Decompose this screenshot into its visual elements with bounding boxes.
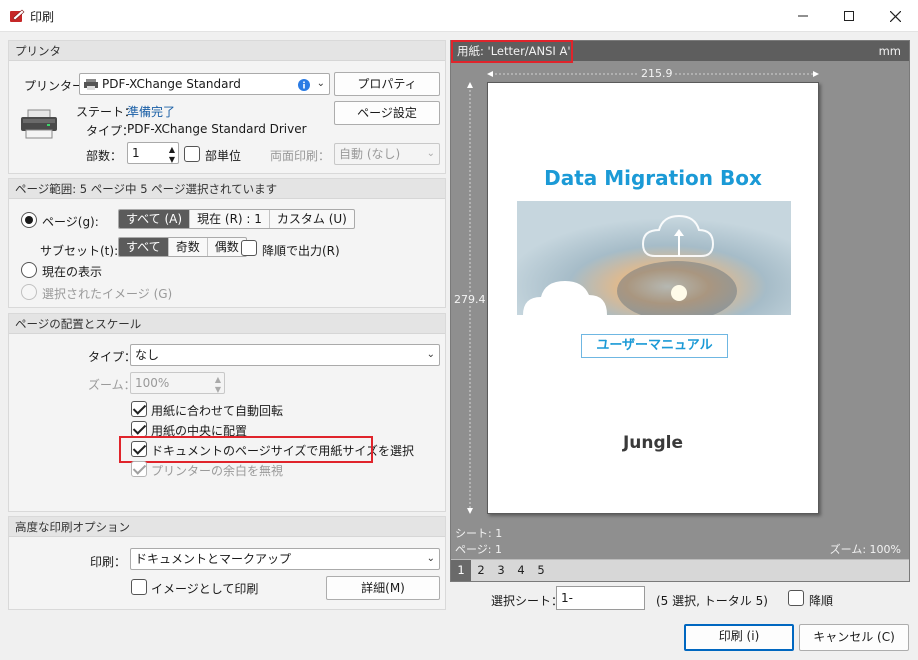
- select-sheets-input[interactable]: 1-: [556, 586, 645, 610]
- select-sheets-label: 選択シート：: [491, 594, 564, 608]
- page-count: ページ: 1: [455, 543, 502, 556]
- print-preview: 用紙: 'Letter/ANSI A' mm 215.9 279.4 Data …: [450, 40, 910, 582]
- reverse-order-checkbox[interactable]: [241, 240, 257, 256]
- copies-label: 部数：: [86, 149, 123, 163]
- sheet-count: シート: 1: [455, 527, 503, 540]
- subset-option-odd[interactable]: 奇数: [169, 238, 208, 256]
- radio-selected-image: [21, 284, 37, 300]
- printer-icon: [21, 109, 57, 139]
- close-icon: [889, 10, 901, 22]
- window-title: 印刷: [30, 10, 55, 24]
- reverse-label: 降順: [809, 594, 834, 608]
- print-as-image-label: イメージとして印刷: [151, 582, 259, 596]
- printer-name: PDF-XChange Standard: [102, 77, 241, 91]
- zoom-value: 100%: [135, 376, 170, 390]
- printer-group-header: プリンタ: [9, 41, 445, 61]
- current-view-label: 現在の表示: [42, 265, 103, 279]
- cancel-button[interactable]: キャンセル (C): [799, 624, 909, 651]
- maximize-button[interactable]: [826, 0, 872, 32]
- page-tab-3[interactable]: 3: [491, 560, 511, 581]
- highlight-box: [119, 436, 373, 463]
- details-button[interactable]: 詳細(M): [326, 576, 440, 600]
- duplex-label: 両面印刷：: [270, 149, 331, 163]
- chevron-down-icon: ⌄: [426, 553, 435, 564]
- duplex-value: 自動 (なし): [339, 147, 401, 161]
- page-range-header: ページ範囲: 5 ページ中 5 ページ選択されています: [9, 179, 445, 199]
- radio-current-view[interactable]: [21, 262, 37, 278]
- status-value: 準備完了: [127, 105, 176, 119]
- selection-info: (5 選択, トータル 5): [656, 594, 768, 608]
- subset-option-all[interactable]: すべて: [119, 238, 169, 256]
- range-option-all[interactable]: すべて (A): [119, 210, 191, 228]
- subset-label: サブセット(t):: [40, 244, 119, 258]
- minimize-button[interactable]: [780, 0, 826, 32]
- properties-button[interactable]: プロパティ: [334, 72, 440, 96]
- pages-label: ページ(g):: [42, 215, 99, 229]
- chevron-down-icon: ⌄: [316, 78, 325, 89]
- range-option-custom[interactable]: カスタム (U): [270, 210, 354, 228]
- minimize-icon: [798, 15, 808, 17]
- print-as-image-checkbox[interactable]: [131, 579, 147, 595]
- ignore-margins-checkbox: [131, 461, 147, 477]
- layout-group-header: ページの配置とスケール: [9, 314, 445, 334]
- layout-type-select[interactable]: なし ⌄: [130, 344, 440, 366]
- chevron-down-icon: ⌄: [426, 349, 435, 360]
- duplex-select: 自動 (なし) ⌄: [334, 143, 440, 165]
- type-value: PDF-XChange Standard Driver: [127, 122, 307, 136]
- subset-segment[interactable]: すべて 奇数 偶数: [118, 237, 247, 257]
- reverse-checkbox[interactable]: [788, 590, 804, 606]
- paper-page: Data Migration Box ユーザーマニュアル Jungle: [487, 82, 819, 514]
- page-tab-4[interactable]: 4: [511, 560, 531, 581]
- copies-value: 1: [132, 146, 140, 160]
- doc-title: Data Migration Box: [544, 166, 762, 190]
- unit-label: mm: [878, 44, 901, 58]
- layout-type-value: なし: [135, 348, 160, 362]
- print-button[interactable]: 印刷 (i): [684, 624, 794, 651]
- radio-pages[interactable]: [21, 212, 37, 228]
- page-setup-button[interactable]: ページ設定: [334, 101, 440, 125]
- doc-brand-logo: Jungle: [622, 433, 684, 453]
- printer-small-icon: [84, 79, 98, 90]
- layout-type-label: タイプ：: [88, 350, 137, 364]
- paper-size-highlight: [451, 40, 573, 63]
- chevron-down-icon: ⌄: [426, 148, 435, 159]
- stepper-down-icon: ▼: [214, 385, 221, 394]
- print-content-value: ドキュメントとマークアップ: [135, 552, 292, 566]
- ignore-margins-label: プリンターの余白を無視: [151, 464, 284, 478]
- zoom-stepper: 100% ▲ ▼: [130, 372, 225, 394]
- printer-select[interactable]: PDF-XChange Standard ⌄: [79, 73, 330, 95]
- copies-stepper[interactable]: 1 ▲ ▼: [127, 142, 179, 164]
- page-tab-1[interactable]: 1: [451, 560, 471, 581]
- print-label: 印刷：: [90, 555, 127, 569]
- doc-subtitle: ユーザーマニュアル: [581, 334, 728, 358]
- page-tab-2[interactable]: 2: [471, 560, 491, 581]
- auto-rotate-label: 用紙に合わせて自動回転: [151, 404, 284, 418]
- maximize-icon: [844, 11, 854, 21]
- collate-checkbox[interactable]: [184, 146, 200, 162]
- range-segment[interactable]: すべて (A) 現在 (R) : 1 カスタム (U): [118, 209, 355, 229]
- range-option-current[interactable]: 現在 (R) : 1: [190, 210, 270, 228]
- collate-label: 部単位: [205, 149, 242, 163]
- paper-width-value: 215.9: [639, 67, 675, 80]
- auto-rotate-checkbox[interactable]: [131, 401, 147, 417]
- stepper-down-icon[interactable]: ▼: [169, 150, 175, 163]
- cloud-image: [517, 201, 791, 315]
- zoom-label: ズーム：: [88, 378, 136, 392]
- preview-zoom: ズーム: 100%: [829, 543, 901, 556]
- title-bar: 印刷: [0, 0, 918, 32]
- page-tab-5[interactable]: 5: [531, 560, 551, 581]
- info-icon[interactable]: [298, 79, 310, 91]
- reverse-order-label: 降順で出力(R): [262, 244, 340, 258]
- print-content-select[interactable]: ドキュメントとマークアップ ⌄: [130, 548, 440, 570]
- page-thumbnails-bar[interactable]: 1 2 3 4 5: [451, 559, 909, 581]
- close-button[interactable]: [872, 0, 918, 32]
- center-checkbox[interactable]: [131, 421, 147, 437]
- app-icon: [10, 9, 25, 22]
- advanced-group-header: 高度な印刷オプション: [9, 517, 445, 537]
- selected-image-label: 選択されたイメージ (G): [42, 287, 173, 301]
- paper-height-value: 279.4: [454, 293, 486, 306]
